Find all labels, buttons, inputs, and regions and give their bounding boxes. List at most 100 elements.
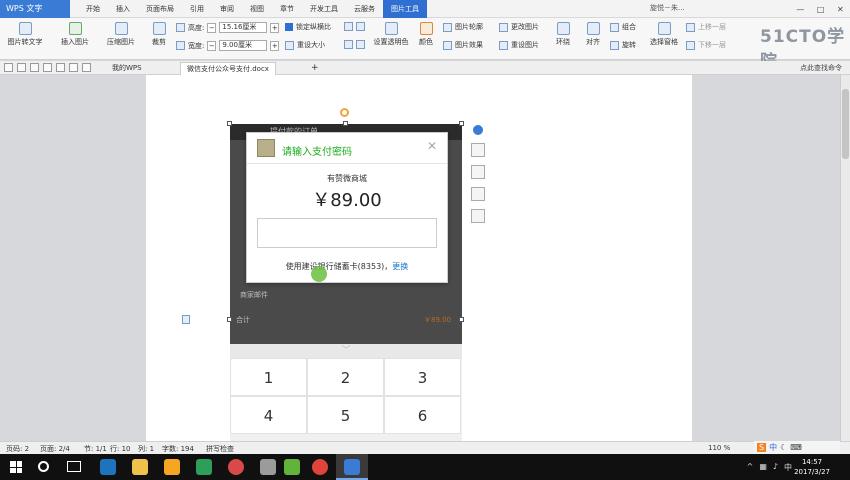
- app-icon[interactable]: [228, 459, 244, 475]
- system-clock[interactable]: 14:57 2017/3/27: [794, 457, 830, 477]
- ime-keyboard-icon[interactable]: ⌨: [790, 443, 802, 452]
- key-2[interactable]: 2: [307, 358, 384, 396]
- layout-options-icon[interactable]: [473, 125, 483, 135]
- picture-to-text-button[interactable]: 图片转文字: [4, 22, 46, 47]
- brightness-buttons[interactable]: [344, 22, 365, 31]
- menu-tab[interactable]: 审阅: [212, 0, 242, 18]
- group-button[interactable]: 组合: [610, 22, 636, 32]
- selection-pane-button[interactable]: 选择窗格: [648, 22, 680, 47]
- key-3[interactable]: 3: [384, 358, 461, 396]
- save-icon[interactable]: [17, 63, 26, 72]
- vertical-scrollbar[interactable]: [840, 75, 850, 441]
- set-transparent-button[interactable]: 设置透明色: [372, 22, 410, 47]
- tab-document[interactable]: 微信支付公众号支付.docx: [180, 62, 276, 75]
- rotate-handle-icon[interactable]: [340, 108, 349, 117]
- change-picture-button[interactable]: 更改图片: [499, 22, 539, 32]
- undo-icon[interactable]: [69, 63, 78, 72]
- bring-forward-button[interactable]: 上移一层: [686, 22, 726, 32]
- zoom-icon[interactable]: [471, 165, 485, 179]
- border-icon[interactable]: [471, 209, 485, 223]
- resize-handle[interactable]: [343, 121, 348, 126]
- menu-tab[interactable]: 引用: [182, 0, 212, 18]
- windows-start-icon[interactable]: [10, 461, 22, 473]
- task-view-icon[interactable]: [67, 461, 81, 472]
- insert-picture-button[interactable]: 插入图片: [54, 22, 96, 47]
- width-input[interactable]: 9.00厘米: [219, 40, 268, 51]
- app-menu-button[interactable]: WPS 文字: [0, 0, 70, 18]
- compress-picture-button[interactable]: 压缩图片: [104, 22, 138, 47]
- scroll-thumb[interactable]: [842, 89, 849, 159]
- width-decrease-button[interactable]: −: [207, 40, 217, 51]
- password-input[interactable]: [257, 218, 437, 248]
- height-input[interactable]: 15.16厘米: [219, 22, 268, 33]
- crop-tool-icon[interactable]: [471, 187, 485, 201]
- lock-ratio-checkbox[interactable]: 锁定纵横比: [285, 22, 331, 32]
- app-icon[interactable]: [164, 459, 180, 475]
- command-search[interactable]: 点此查找命令: [800, 63, 842, 73]
- picture-edit-icon[interactable]: [471, 143, 485, 157]
- crop-button[interactable]: 裁剪: [146, 22, 172, 47]
- redo-icon[interactable]: [82, 63, 91, 72]
- reset-size-button[interactable]: 重设大小: [285, 40, 325, 50]
- change-card-link[interactable]: 更换: [392, 262, 408, 271]
- key-5[interactable]: 5: [307, 396, 384, 434]
- ime-moon-icon[interactable]: ☾: [780, 443, 787, 452]
- tray-up-icon[interactable]: ^: [747, 462, 754, 473]
- tray-ime[interactable]: 中: [784, 462, 792, 473]
- minimize-icon[interactable]: —: [796, 5, 804, 14]
- key-4[interactable]: 4: [230, 396, 307, 434]
- preview-icon[interactable]: [43, 63, 52, 72]
- height-increase-button[interactable]: +: [270, 22, 280, 33]
- resize-handle[interactable]: [227, 317, 232, 322]
- network-icon[interactable]: ▦: [759, 462, 767, 473]
- send-backward-button[interactable]: 下移一层: [686, 40, 726, 50]
- anchor-icon[interactable]: [182, 315, 190, 324]
- align-button[interactable]: 对齐: [580, 22, 606, 47]
- maximize-icon[interactable]: □: [817, 5, 825, 14]
- resize-handle[interactable]: [459, 121, 464, 126]
- height-decrease-button[interactable]: −: [207, 22, 217, 33]
- app-icon[interactable]: [196, 459, 212, 475]
- chrome-icon[interactable]: [312, 459, 328, 475]
- format-icon[interactable]: [56, 63, 65, 72]
- user-name[interactable]: 旋悦－朱...: [650, 3, 685, 13]
- app-icon[interactable]: [284, 459, 300, 475]
- resize-handle[interactable]: [227, 121, 232, 126]
- wrap-button[interactable]: 环绕: [550, 22, 576, 47]
- width-increase-button[interactable]: +: [270, 40, 280, 51]
- close-icon[interactable]: ✕: [427, 139, 437, 153]
- menu-tab[interactable]: 开始: [78, 0, 108, 18]
- reset-picture-button[interactable]: 重设图片: [499, 40, 539, 50]
- search-icon[interactable]: [38, 461, 49, 472]
- close-icon[interactable]: ✕: [837, 5, 844, 14]
- color-button[interactable]: 颜色: [414, 22, 438, 47]
- menu-tab[interactable]: 章节: [272, 0, 302, 18]
- menu-tab[interactable]: 视图: [242, 0, 272, 18]
- keypad-collapse-icon[interactable]: ﹀: [230, 344, 462, 358]
- menu-tab[interactable]: 开发工具: [302, 0, 346, 18]
- open-icon[interactable]: [4, 63, 13, 72]
- zoom-level[interactable]: 110 %: [708, 444, 730, 452]
- picture-effect-button[interactable]: 图片效果: [443, 40, 483, 50]
- tab-my-wps[interactable]: 我的WPS: [106, 62, 148, 75]
- menu-tab[interactable]: 图片工具: [383, 0, 427, 18]
- key-6[interactable]: 6: [384, 396, 461, 434]
- menu-tab[interactable]: 云服务: [346, 0, 383, 18]
- ime-mode[interactable]: 中: [769, 442, 777, 453]
- spell-check[interactable]: 拼写检查: [206, 444, 234, 454]
- edge-icon[interactable]: [100, 459, 116, 475]
- picture-outline-button[interactable]: 图片轮廓: [443, 22, 483, 32]
- ime-logo-icon[interactable]: S: [757, 443, 767, 452]
- new-tab-icon[interactable]: +: [305, 62, 325, 75]
- key-1[interactable]: 1: [230, 358, 307, 396]
- resize-handle[interactable]: [459, 317, 464, 322]
- volume-icon[interactable]: ♪: [773, 462, 778, 473]
- menu-tab[interactable]: 页面布局: [138, 0, 182, 18]
- wps-taskbar-button[interactable]: [336, 454, 368, 480]
- contrast-buttons[interactable]: [344, 40, 365, 49]
- rotate-button[interactable]: 旋转: [610, 40, 636, 50]
- app-icon[interactable]: [260, 459, 276, 475]
- print-icon[interactable]: [30, 63, 39, 72]
- menu-tab[interactable]: 插入: [108, 0, 138, 18]
- file-explorer-icon[interactable]: [132, 459, 148, 475]
